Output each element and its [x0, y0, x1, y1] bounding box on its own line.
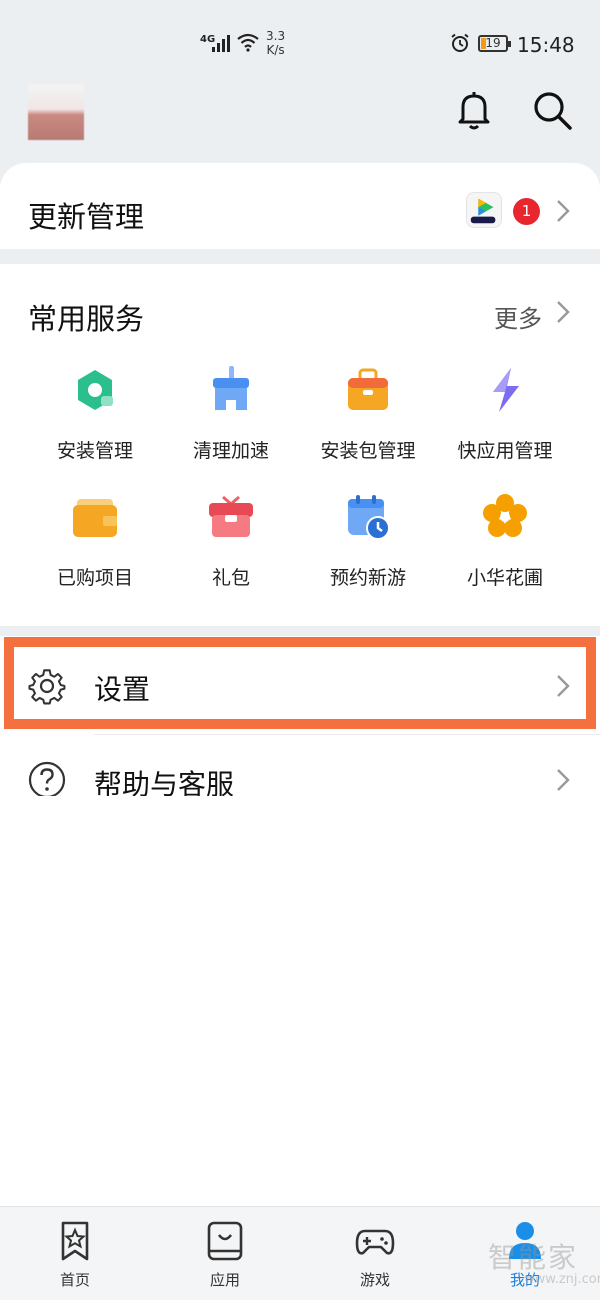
- content-blank-area: [0, 796, 600, 1206]
- service-huawei-garden[interactable]: 小华花圃: [440, 493, 570, 590]
- nav-label: 游戏: [359, 1271, 390, 1289]
- service-label: 快应用管理: [457, 440, 553, 462]
- service-purchased[interactable]: 已购项目: [30, 493, 160, 590]
- gamepad-icon: [355, 1229, 395, 1255]
- status-bar: 4G 3.3 K/s 19 15:48: [0, 0, 600, 80]
- wifi-icon: [237, 33, 259, 52]
- watermark: 智能家: [488, 1241, 579, 1274]
- service-install-manage[interactable]: 安装管理: [30, 366, 160, 463]
- chevron-right-icon: [557, 301, 570, 323]
- clock: 15:48: [517, 33, 575, 57]
- service-package-manage[interactable]: 安装包管理: [303, 366, 433, 463]
- calendar-clock-icon: [348, 495, 390, 540]
- app-store-icon: [207, 1221, 243, 1261]
- nav-label: 首页: [59, 1271, 90, 1289]
- chevron-right-icon: [557, 769, 570, 791]
- service-clean-speedup[interactable]: 清理加速: [166, 366, 296, 463]
- update-management-title: 更新管理: [28, 200, 145, 234]
- settings-highlight-box: [4, 637, 596, 729]
- battery-icon: 19: [478, 35, 511, 52]
- flower-icon: [483, 494, 527, 537]
- broom-icon: [213, 366, 249, 410]
- service-label: 安装管理: [56, 440, 133, 462]
- update-count-badge: 1: [513, 198, 540, 225]
- help-icon: [28, 761, 66, 799]
- bell-icon[interactable]: [454, 88, 494, 132]
- service-label: 安装包管理: [320, 440, 416, 462]
- common-services-title: 常用服务: [28, 302, 145, 336]
- service-label: 礼包: [211, 567, 250, 589]
- home-star-icon: [61, 1221, 89, 1261]
- speed-unit: K/s: [266, 43, 285, 57]
- watermark-url: www.znj.com: [524, 1272, 600, 1287]
- nav-label: 应用: [209, 1271, 240, 1289]
- lightning-icon: [493, 368, 519, 412]
- gift-icon: [209, 495, 253, 537]
- service-game-reservation[interactable]: 预约新游: [303, 493, 433, 590]
- nav-games[interactable]: 游戏: [325, 1221, 425, 1290]
- video-app-icon: [466, 192, 502, 228]
- chevron-right-icon: [557, 675, 570, 697]
- alarm-icon: [451, 33, 469, 52]
- wallet-icon: [73, 499, 117, 537]
- service-label: 清理加速: [192, 440, 269, 462]
- nav-home[interactable]: 首页: [25, 1221, 125, 1290]
- search-icon[interactable]: [530, 88, 574, 132]
- network-speed: 3.3 K/s: [266, 29, 285, 57]
- install-manage-icon: [78, 370, 113, 410]
- service-quick-app-manage[interactable]: 快应用管理: [440, 366, 570, 463]
- battery-level: 19: [485, 36, 501, 50]
- nav-apps[interactable]: 应用: [175, 1221, 275, 1290]
- settings-item[interactable]: 设置: [94, 668, 150, 708]
- signal-icon: [212, 34, 234, 52]
- service-gift[interactable]: 礼包: [166, 493, 296, 590]
- service-label: 小华花圃: [466, 567, 543, 589]
- gear-icon: [28, 669, 66, 705]
- service-label: 预约新游: [329, 567, 406, 589]
- divider: [94, 734, 600, 735]
- chevron-right-icon: [557, 200, 570, 222]
- avatar[interactable]: [28, 84, 84, 140]
- service-label: 已购项目: [56, 567, 133, 589]
- speed-value: 3.3: [266, 29, 286, 43]
- package-icon: [348, 368, 388, 410]
- more-link[interactable]: 更多: [494, 299, 542, 334]
